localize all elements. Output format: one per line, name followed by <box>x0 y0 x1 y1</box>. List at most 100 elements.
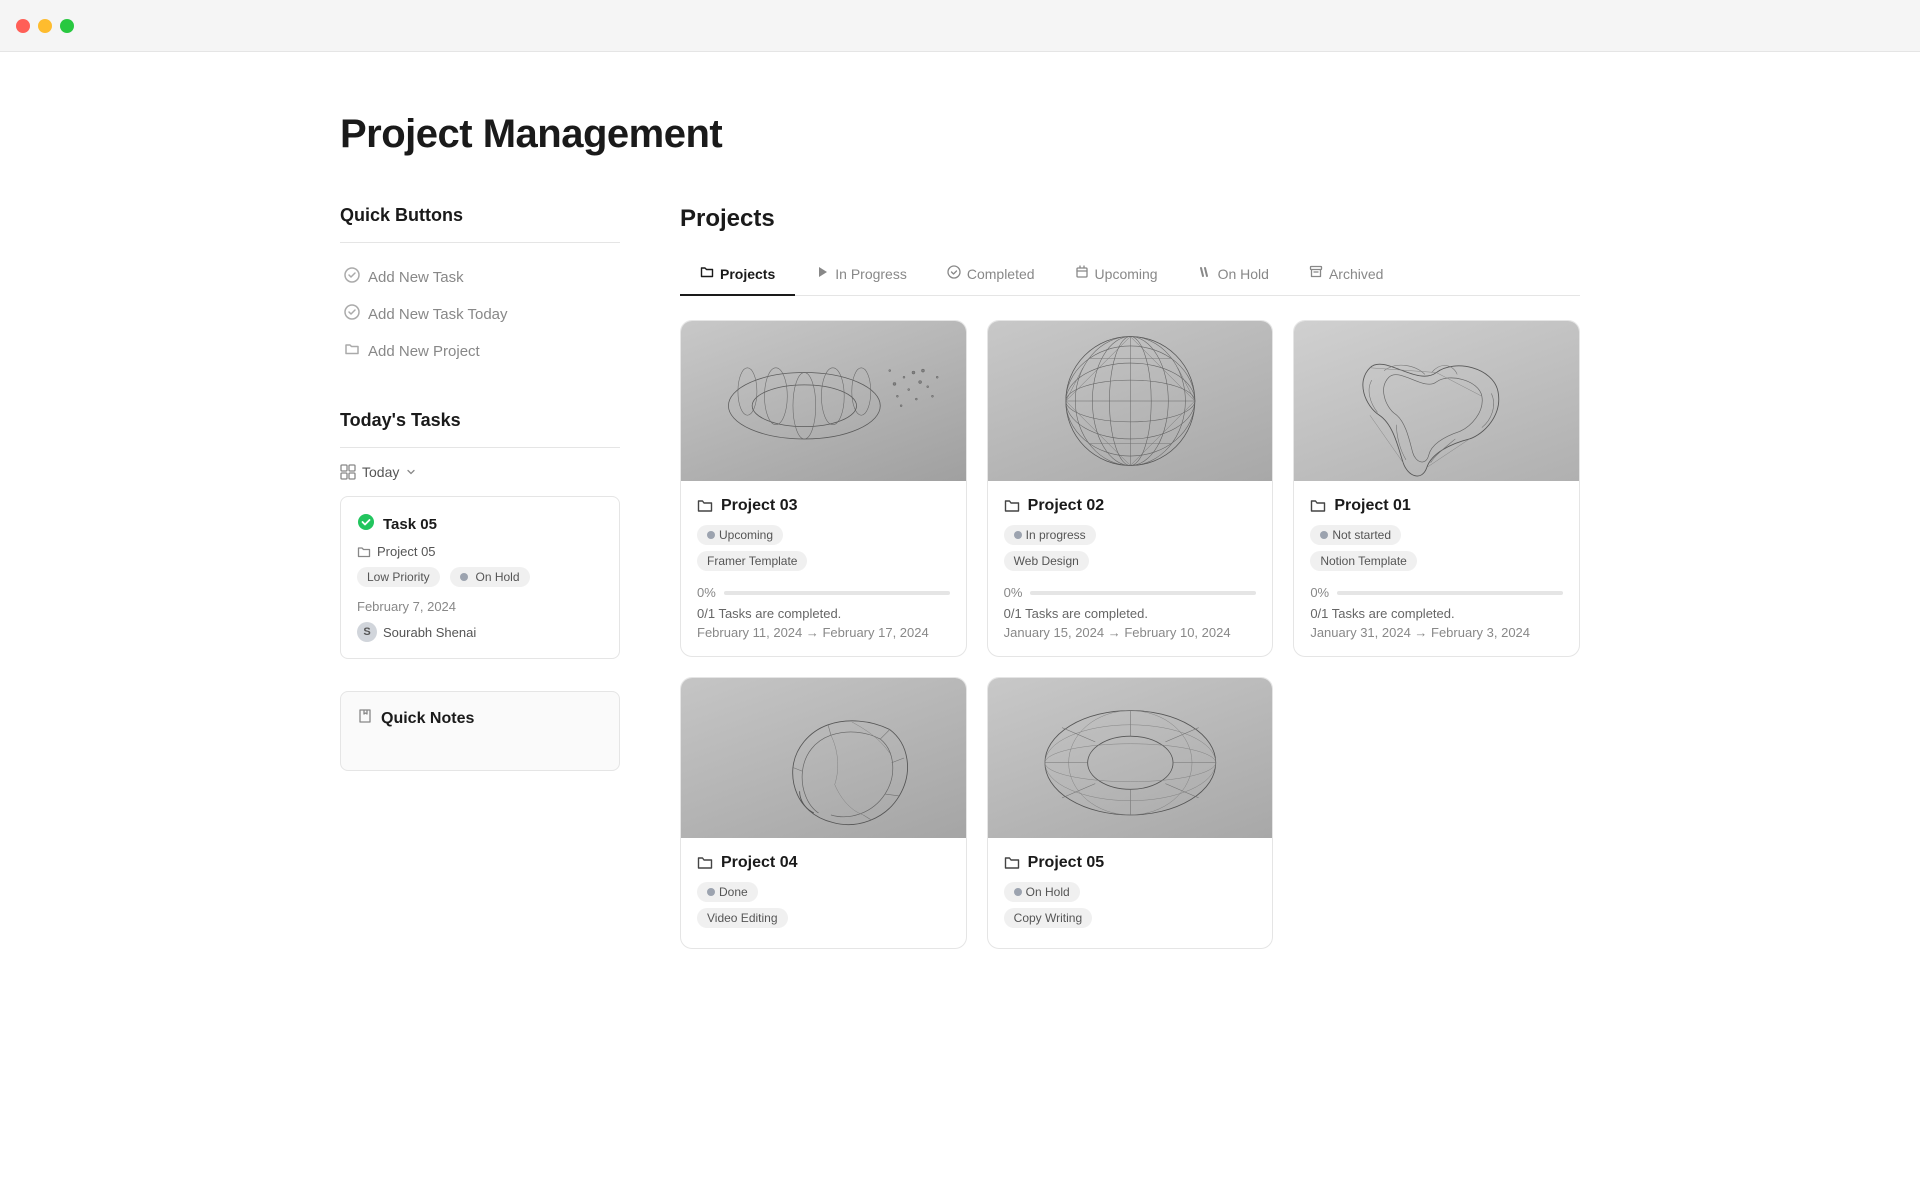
quick-notes-header: Quick Notes <box>357 708 603 729</box>
project-02-category: Web Design <box>1004 551 1089 571</box>
quick-buttons-section: Quick Buttons Add New Task <box>340 205 620 370</box>
maximize-button[interactable] <box>60 19 74 33</box>
project-card-03-image <box>681 321 966 481</box>
project-03-task-count: 0/1 Tasks are completed. <box>697 606 950 621</box>
project-03-category-row: Framer Template <box>697 551 950 575</box>
project-05-name: Project 05 <box>1004 854 1257 872</box>
project-card-03-body: Project 03 Upcoming Framer Template <box>681 481 966 656</box>
quick-buttons-title: Quick Buttons <box>340 205 620 226</box>
project-05-status: On Hold <box>1004 882 1080 902</box>
tab-archived[interactable]: Archived <box>1289 253 1403 296</box>
project-01-status-row: Not started <box>1310 525 1563 551</box>
tab-in-progress-label: In Progress <box>835 266 907 282</box>
tab-archived-icon <box>1309 265 1323 282</box>
status-tag: On Hold <box>450 567 529 587</box>
task-card: Task 05 Project 05 Low Priority On Hold <box>340 496 620 659</box>
tab-on-hold-label: On Hold <box>1218 266 1269 282</box>
tab-upcoming-icon <box>1075 265 1089 282</box>
add-new-task-today-label: Add New Task Today <box>368 306 508 323</box>
tab-projects[interactable]: Projects <box>680 253 795 296</box>
task-title: Task 05 <box>383 516 437 533</box>
add-new-task-button[interactable]: Add New Task <box>340 259 620 296</box>
task-project-label: Project 05 <box>377 544 436 559</box>
close-button[interactable] <box>16 19 30 33</box>
project-02-status-row: In progress <box>1004 525 1257 551</box>
project-03-progress: 0% <box>697 585 950 600</box>
projects-tabs: Projects In Progress <box>680 253 1580 296</box>
project-card-05[interactable]: Project 05 On Hold Copy Writing <box>987 677 1274 949</box>
tab-in-progress[interactable]: In Progress <box>795 253 927 296</box>
titlebar <box>0 0 1920 52</box>
tab-upcoming[interactable]: Upcoming <box>1055 253 1178 296</box>
project-card-02[interactable]: Project 02 In progress Web Design <box>987 320 1274 657</box>
project-card-04[interactable]: Project 04 Done Video Editing <box>680 677 967 949</box>
task-complete-icon <box>357 513 375 536</box>
project-03-status: Upcoming <box>697 525 783 545</box>
tab-completed-label: Completed <box>967 266 1035 282</box>
project-card-01-body: Project 01 Not started Notion Template <box>1294 481 1579 656</box>
page-title: Project Management <box>340 112 1580 157</box>
project-card-05-image <box>988 678 1273 838</box>
minimize-button[interactable] <box>38 19 52 33</box>
task-tags: Low Priority On Hold <box>357 567 603 591</box>
task-card-title: Task 05 <box>357 513 603 536</box>
check-circle-icon <box>344 267 360 288</box>
sidebar-divider-1 <box>340 242 620 243</box>
add-new-project-button[interactable]: Add New Project <box>340 333 620 370</box>
content-grid: Quick Buttons Add New Task <box>340 205 1580 949</box>
project-02-category-row: Web Design <box>1004 551 1257 575</box>
project-01-date: January 31, 2024 → February 3, 2024 <box>1310 625 1563 640</box>
project-01-task-count: 0/1 Tasks are completed. <box>1310 606 1563 621</box>
status-dot-03 <box>707 531 715 539</box>
quick-notes-title: Quick Notes <box>381 710 474 728</box>
project-03-name: Project 03 <box>697 497 950 515</box>
quick-notes-card: Quick Notes <box>340 691 620 771</box>
project-02-status: In progress <box>1004 525 1096 545</box>
projects-section: Projects Projects <box>680 205 1580 949</box>
tab-completed[interactable]: Completed <box>927 253 1055 296</box>
today-filter-label: Today <box>362 464 399 480</box>
project-card-05-body: Project 05 On Hold Copy Writing <box>988 838 1273 948</box>
task-assignee: S Sourabh Shenai <box>357 622 603 642</box>
task-project: Project 05 <box>357 544 603 559</box>
sidebar-divider-2 <box>340 447 620 448</box>
project-card-01[interactable]: Project 01 Not started Notion Template <box>1293 320 1580 657</box>
add-new-task-today-button[interactable]: Add New Task Today <box>340 296 620 333</box>
progress-track-02 <box>1030 591 1256 595</box>
project-04-name: Project 04 <box>697 854 950 872</box>
projects-section-title: Projects <box>680 205 1580 233</box>
project-grid: Project 03 Upcoming Framer Template <box>680 320 1580 949</box>
tab-completed-icon <box>947 265 961 282</box>
project-card-02-image <box>988 321 1273 481</box>
project-02-progress: 0% <box>1004 585 1257 600</box>
project-01-category-row: Notion Template <box>1310 551 1563 575</box>
project-03-date: February 11, 2024 → February 17, 2024 <box>697 625 950 640</box>
add-new-project-label: Add New Project <box>368 343 480 360</box>
project-05-status-row: On Hold <box>1004 882 1257 908</box>
task-date: February 7, 2024 <box>357 599 603 614</box>
avatar: S <box>357 622 377 642</box>
project-01-category: Notion Template <box>1310 551 1417 571</box>
project-05-category: Copy Writing <box>1004 908 1092 928</box>
project-04-status-row: Done <box>697 882 950 908</box>
todays-tasks-title: Today's Tasks <box>340 410 620 431</box>
progress-track-01 <box>1337 591 1563 595</box>
status-dot <box>460 573 468 581</box>
check-circle-today-icon <box>344 304 360 325</box>
project-01-status: Not started <box>1310 525 1401 545</box>
project-card-03[interactable]: Project 03 Upcoming Framer Template <box>680 320 967 657</box>
project-04-category-row: Video Editing <box>697 908 950 932</box>
tab-projects-icon <box>700 265 714 282</box>
main-container: Project Management Quick Buttons Add New… <box>260 52 1660 989</box>
progress-track-03 <box>724 591 950 595</box>
quick-notes-icon <box>357 708 373 729</box>
project-card-04-image <box>681 678 966 838</box>
today-filter-button[interactable]: Today <box>340 464 417 480</box>
project-card-02-body: Project 02 In progress Web Design <box>988 481 1273 656</box>
project-02-task-count: 0/1 Tasks are completed. <box>1004 606 1257 621</box>
tab-on-hold[interactable]: On Hold <box>1178 253 1289 296</box>
tab-in-progress-icon <box>815 265 829 282</box>
tab-projects-label: Projects <box>720 266 775 282</box>
project-card-01-image <box>1294 321 1579 481</box>
project-01-name: Project 01 <box>1310 497 1563 515</box>
